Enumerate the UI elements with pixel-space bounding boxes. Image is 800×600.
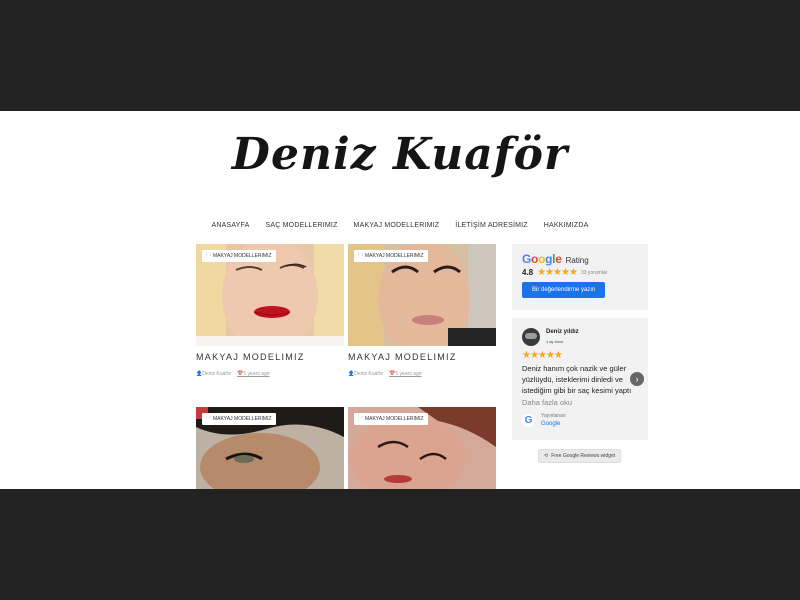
category-label: MAKYAJ MODELLERIMIZ	[213, 416, 272, 422]
nav-item-hakkimizda[interactable]: HAKKIMIZDA	[544, 220, 589, 231]
site-logo[interactable]: Deniz Kuaför	[0, 129, 800, 180]
post-date[interactable]: 📅5 years ago	[237, 371, 269, 377]
post-title[interactable]: MAKYAJ MODELIMIZ	[348, 352, 496, 362]
post-author[interactable]: 👤Deniz Kuaför	[348, 371, 383, 377]
nav-item-sac-modellerimiz[interactable]: SAÇ MODELLERIMIZ	[266, 220, 338, 231]
category-label: MAKYAJ MODELLERIMIZ	[365, 416, 424, 422]
rating-score: 4.8	[522, 268, 534, 277]
google-logo: Google	[522, 252, 562, 266]
rating-stars: ★★★★★	[537, 267, 578, 278]
nav-item-iletisim-adresimiz[interactable]: İLETİŞİM ADRESİMIZ	[455, 220, 527, 231]
post-title[interactable]: MAKYAJ MODELIMIZ	[196, 352, 344, 362]
post-thumbnail[interactable]: 🗀 MAKYAJ MODELLERIMIZ	[348, 244, 496, 346]
category-badge[interactable]: 🗀 MAKYAJ MODELLERIMIZ	[202, 250, 276, 262]
post-thumbnail[interactable]: 🗀 MAKYAJ MODELLERIMIZ	[196, 407, 344, 489]
page-content: Deniz Kuaför ANASAYFA SAÇ MODELLERIMIZ M…	[0, 111, 800, 489]
category-badge[interactable]: 🗀 MAKYAJ MODELLERIMIZ	[202, 413, 276, 425]
post-thumbnail[interactable]: 🗀 MAKYAJ MODELLERIMIZ	[348, 407, 496, 489]
category-label: MAKYAJ MODELLERIMIZ	[365, 253, 424, 259]
review-stars: ★★★★★	[522, 350, 563, 361]
read-more-link[interactable]: Daha fazla oku	[522, 398, 572, 407]
review-card: Deniz yıldız 1 ay önce ★★★★★ Deniz hanım…	[512, 318, 648, 440]
category-badge[interactable]: 🗀 MAKYAJ MODELLERIMIZ	[354, 250, 428, 262]
folder-icon: 🗀	[206, 415, 212, 421]
review-time: 1 ay önce	[546, 339, 564, 344]
post-date[interactable]: 📅5 years ago	[389, 371, 421, 377]
review-text: Deniz hanım çok nazik ve güler yüzlüydü,…	[522, 364, 632, 395]
posted-on-label: Yayınlanan	[541, 413, 566, 419]
post-card: 🗀 MAKYAJ MODELLERIMIZ MAKYAJ MODELIMIZ 👤…	[348, 244, 496, 377]
reviewer-name[interactable]: Deniz yıldız	[546, 329, 579, 335]
widget-icon: ⟲	[544, 453, 549, 459]
post-card: 🗀 MAKYAJ MODELLERIMIZ	[196, 407, 344, 489]
review-count[interactable]: 33 yorumlar	[581, 270, 607, 276]
free-widget-badge[interactable]: ⟲ Free Google Reviews widget	[538, 449, 622, 463]
google-rating-widget: Google Rating 4.8 ★★★★★ 33 yorumlar Bir …	[512, 244, 648, 310]
nav-item-makyaj-modellerimiz[interactable]: MAKYAJ MODELLERIMIZ	[354, 220, 440, 231]
avatar	[522, 328, 540, 346]
free-widget-label: Free Google Reviews widget	[551, 453, 616, 459]
folder-icon: 🗀	[358, 252, 364, 258]
category-badge[interactable]: 🗀 MAKYAJ MODELLERIMIZ	[354, 413, 428, 425]
posted-on-source[interactable]: Google	[541, 421, 560, 427]
post-meta: 👤Deniz Kuaför 📅5 years ago	[196, 371, 344, 377]
post-card: 🗀 MAKYAJ MODELLERIMIZ	[348, 407, 496, 489]
folder-icon: 🗀	[358, 415, 364, 421]
post-meta: 👤Deniz Kuaför 📅5 years ago	[348, 371, 496, 377]
folder-icon: 🗀	[206, 252, 212, 258]
post-card: 🗀 MAKYAJ MODELLERIMIZ MAKYAJ MODELIMIZ 👤…	[196, 244, 344, 377]
post-thumbnail[interactable]: 🗀 MAKYAJ MODELLERIMIZ	[196, 244, 344, 346]
next-review-arrow-icon[interactable]: ›	[630, 372, 644, 386]
post-author[interactable]: 👤Deniz Kuaför	[196, 371, 231, 377]
main-nav: ANASAYFA SAÇ MODELLERIMIZ MAKYAJ MODELLE…	[0, 220, 800, 231]
nav-item-anasayfa[interactable]: ANASAYFA	[211, 220, 249, 231]
write-review-button[interactable]: Bir değerlendirme yazın	[522, 282, 606, 298]
google-g-icon: G	[522, 414, 535, 427]
category-label: MAKYAJ MODELLERIMIZ	[213, 253, 272, 259]
rating-label: Rating	[565, 256, 589, 265]
